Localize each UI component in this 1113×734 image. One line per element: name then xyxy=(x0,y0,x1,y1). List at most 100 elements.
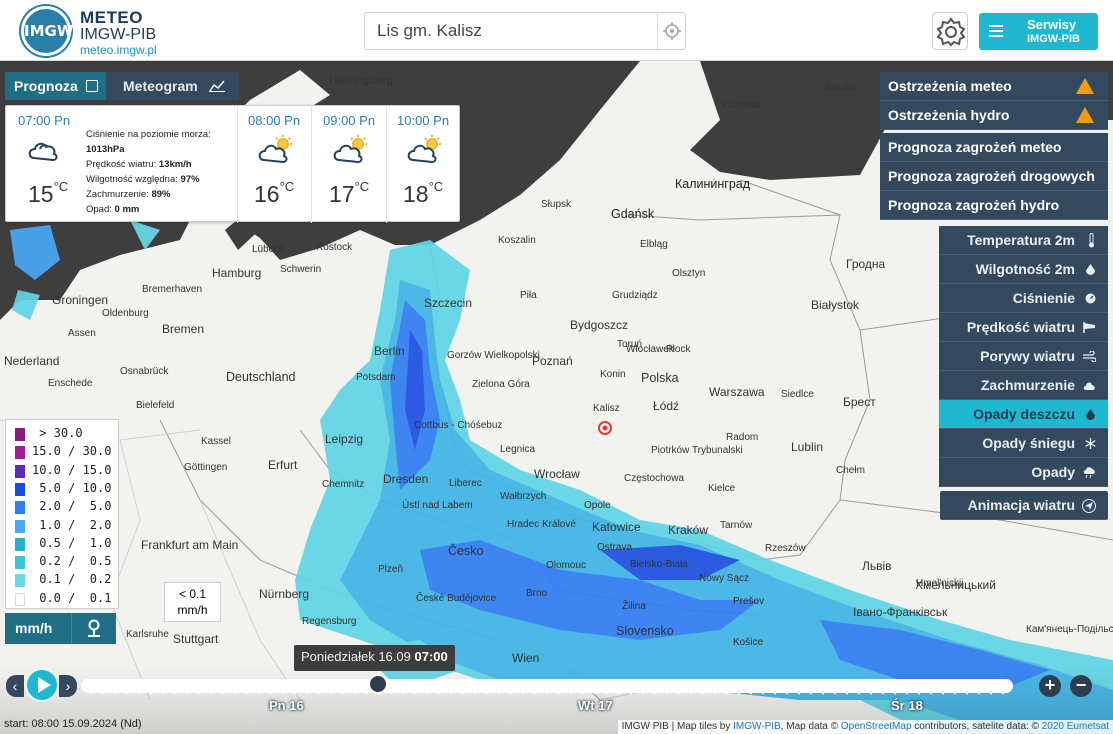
legend-below-value: < 0.1 xyxy=(178,587,207,601)
legend-label: 0.5 / 1.0 xyxy=(32,535,112,550)
next-step-button[interactable]: › xyxy=(59,675,77,697)
map-city-label: Koszalin xyxy=(498,235,536,246)
warning-item-1[interactable]: Ostrzeżenia meteo xyxy=(880,72,1108,101)
forecast-hour-2[interactable]: 09:00 Pn 17°C xyxy=(313,106,387,223)
zoom-in-button[interactable]: + xyxy=(1039,675,1061,697)
locate-me-button[interactable] xyxy=(657,13,685,49)
map-city-label: Gdańsk xyxy=(611,207,655,221)
attribution-text: contributors, satelite data: © xyxy=(911,721,1042,732)
forecast-temp: 15°C xyxy=(28,179,69,208)
map-city-label: Klaipėda xyxy=(722,100,761,111)
layer-label: Opady xyxy=(1031,464,1075,480)
legend-below-unit: mm/h xyxy=(177,603,208,617)
zoom-out-button[interactable]: − xyxy=(1070,675,1092,697)
map-city-label: Białystok xyxy=(811,298,860,312)
layer-label: Opady śniegu xyxy=(982,435,1075,451)
tooltip-day: Poniedziałek 16.09 xyxy=(301,649,411,664)
map-city-label: Słupsk xyxy=(541,199,572,210)
map-pin-icon xyxy=(88,619,100,637)
raindrop-icon xyxy=(1086,409,1095,420)
forecast-hour-3[interactable]: 10:00 Pn 18°C xyxy=(387,106,461,223)
tab-prognoza[interactable]: Prognoza xyxy=(5,72,106,100)
map-city-label: Leipzig xyxy=(325,432,364,446)
prev-step-button[interactable]: ‹ xyxy=(6,675,24,697)
threat-forecast-item-1[interactable]: Prognoza zagrożeń meteo xyxy=(880,133,1108,162)
map-city-label: Groningen xyxy=(52,293,109,307)
timeline-handle[interactable] xyxy=(368,674,388,694)
settings-button[interactable] xyxy=(932,12,968,50)
imgw-link[interactable]: IMGW-PIB xyxy=(733,721,781,732)
cloud-icon xyxy=(1083,382,1095,390)
chevron-left-icon: ‹ xyxy=(12,678,18,694)
top-bar: IMGW METEO IMGW-PIB meteo.imgw.pl Lis gm… xyxy=(0,0,1113,61)
temp-unit: °C xyxy=(53,179,69,195)
forecast-detail-row: Prędkość wiatru: 13km/h xyxy=(86,157,211,172)
imgw-logo[interactable]: IMGW xyxy=(21,6,73,56)
layer-prędkość-wiatru[interactable]: Prędkość wiatru xyxy=(939,313,1108,342)
wind-gust-icon xyxy=(1083,351,1096,362)
warning-triangle-icon xyxy=(1076,107,1094,123)
wind-animation-button[interactable]: Animacja wiatru xyxy=(940,491,1108,520)
tab-meteogram[interactable]: Meteogram xyxy=(106,72,239,100)
layer-opady[interactable]: Opady xyxy=(939,458,1108,487)
unit-toggle[interactable]: mm/h xyxy=(5,613,116,644)
partly-cloudy-icon xyxy=(258,135,292,164)
map-city-label: Piła xyxy=(520,290,537,301)
warning-item-2[interactable]: Ostrzeżenia hydro xyxy=(880,101,1108,130)
map-city-label: Prešov xyxy=(733,596,765,607)
threat-forecast-item-3[interactable]: Prognoza zagrożeń hydro xyxy=(880,191,1108,220)
forecast-detail-row: Opad: 0 mm xyxy=(86,202,211,217)
eumetsat-link[interactable]: 2020 Eumetsat xyxy=(1042,721,1109,732)
pin-button[interactable] xyxy=(71,613,116,644)
unit-label: mm/h xyxy=(15,620,53,636)
forecast-current[interactable]: 07:00 Pn 15°C Ciśnienie na poziomie morz… xyxy=(6,106,238,223)
forecast-hour-1[interactable]: 08:00 Pn 16°C xyxy=(238,106,312,223)
temp-unit: °C xyxy=(354,179,370,195)
layer-zachmurzenie[interactable]: Zachmurzenie xyxy=(939,371,1108,400)
day-label-1[interactable]: Pn 16 xyxy=(269,698,304,713)
map-city-label: Lublin xyxy=(791,440,824,454)
map-city-label: Oldenburg xyxy=(102,308,149,319)
forecast-temp: 17°C xyxy=(329,179,370,208)
search-input[interactable] xyxy=(365,13,657,49)
day-label-3[interactable]: Śr 18 xyxy=(891,698,923,713)
rain-cloud-icon xyxy=(1083,467,1095,478)
detail-label: Wilgotność względna: xyxy=(86,174,178,185)
timeline: ‹ › Poniedziałek 16.09 07:00 Pn 16 Wt 17… xyxy=(0,645,1113,734)
forecast-time: 09:00 Pn xyxy=(323,113,376,128)
threat-label: Prognoza zagrożeń meteo xyxy=(888,139,1062,155)
partly-cloudy-icon xyxy=(407,135,441,164)
map-city-label: Berlin xyxy=(374,344,405,358)
map-city-label: Częstochowa xyxy=(624,473,685,484)
map-city-label: Bydgoszcz xyxy=(570,318,629,332)
map-city-label: Nürnberg xyxy=(259,587,310,601)
legend-row: 0.5 / 1.0 xyxy=(15,536,115,552)
threat-forecast-item-2[interactable]: Prognoza zagrożeń drogowych xyxy=(880,162,1108,191)
legend-swatch xyxy=(15,592,25,606)
layer-wilgotność-2m[interactable]: Wilgotność 2m xyxy=(939,255,1108,284)
legend-row: 10.0 / 15.0 xyxy=(15,463,115,479)
forecast-details: Ciśnienie na poziomie morza: 1013hPa Pręd… xyxy=(86,127,211,217)
map-city-label: Žilina xyxy=(622,601,646,612)
services-button[interactable]: Serwisy IMGW-PIB xyxy=(979,13,1098,50)
detail-value: 13km/h xyxy=(158,159,192,170)
layer-label: Ciśnienie xyxy=(1012,290,1075,306)
layer-opady-śniegu[interactable]: Opady śniegu xyxy=(939,429,1108,458)
map-city-label: Karlsruhe xyxy=(126,629,169,640)
layer-temperatura-2m[interactable]: Temperatura 2m xyxy=(939,226,1108,255)
brand[interactable]: METEO IMGW-PIB meteo.imgw.pl xyxy=(80,9,157,58)
layer-opady-deszczu[interactable]: Opady deszczu xyxy=(939,400,1108,429)
crosshair-icon xyxy=(663,22,681,40)
layer-porywy-wiatru[interactable]: Porywy wiatru xyxy=(939,342,1108,371)
osm-link[interactable]: OpenStreetMap xyxy=(841,721,912,732)
layer-ciśnienie[interactable]: Ciśnienie xyxy=(939,284,1108,313)
forecast-time: 08:00 Pn xyxy=(248,113,301,128)
play-button[interactable] xyxy=(25,668,59,702)
day-label-2[interactable]: Wt 17 xyxy=(578,698,613,713)
map-city-label: Кам'янець-Подільський xyxy=(1026,624,1113,635)
wind-animation-label: Animacja wiatru xyxy=(967,497,1075,513)
map-city-label: Plzeň xyxy=(378,564,404,575)
location-marker[interactable] xyxy=(598,421,612,435)
detail-label: Prędkość wiatru: xyxy=(86,159,157,170)
map-city-label: Siedlce xyxy=(781,389,814,400)
